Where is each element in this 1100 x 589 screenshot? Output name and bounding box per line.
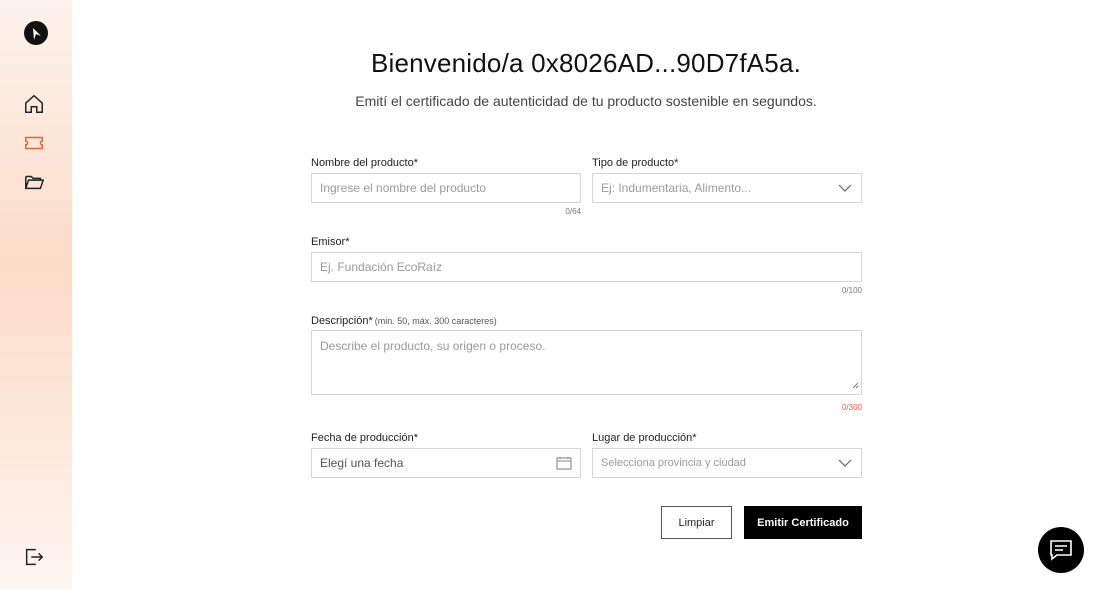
product-type-placeholder: Ej: Indumentaria, Alimento... [601,181,752,195]
description-textarea[interactable]: Describe el producto, su origen o proces… [311,330,862,395]
resize-handle-icon[interactable] [852,378,859,392]
folder-icon[interactable] [22,170,46,194]
main-content: Bienvenido/a 0x8026AD...90D7fA5a. Emití … [72,0,1100,589]
sidebar [0,0,72,589]
description-placeholder: Describe el producto, su origen o proces… [320,339,546,353]
production-place-select[interactable]: Selecciona provincia y ciudad [592,448,862,478]
production-date-input[interactable]: Elegí una fecha [311,448,581,478]
logout-icon[interactable] [22,545,46,569]
home-icon[interactable] [22,92,46,116]
product-type-select[interactable]: Ej: Indumentaria, Alimento... [592,173,862,203]
issuer-placeholder: Ej. Fundación EcoRaíz [320,260,443,274]
calendar-icon[interactable] [556,456,572,473]
production-date-placeholder: Elegí una fecha [320,456,404,470]
chevron-down-icon [837,457,853,472]
production-date-label: Fecha de producción* [311,432,419,444]
product-name-label: Nombre del producto* [311,157,419,169]
production-place-placeholder: Selecciona provincia y ciudad [601,457,746,469]
chat-icon[interactable] [1038,527,1084,573]
issuer-counter: 0/100 [841,286,862,295]
product-name-counter: 0/64 [565,207,581,216]
product-type-label: Tipo de producto* [592,157,679,169]
issuer-input[interactable]: Ej. Fundación EcoRaíz [311,252,862,282]
description-counter: 0/300 [841,403,862,412]
ticket-icon[interactable] [22,131,46,155]
page-subtitle: Emití el certificado de autenticidad de … [355,93,817,109]
description-label: Descripción* (min. 50, máx. 300 caractere… [311,315,497,327]
description-hint: (min. 50, máx. 300 caracteres) [374,316,497,326]
clear-button[interactable]: Limpiar [661,506,732,539]
product-name-input[interactable]: Ingrese el nombre del producto [311,173,581,203]
logo-icon[interactable] [24,21,48,45]
issuer-label: Emisor* [311,236,350,248]
chevron-down-icon [837,182,853,197]
page-title: Bienvenido/a 0x8026AD...90D7fA5a. [370,48,802,78]
product-name-placeholder: Ingrese el nombre del producto [320,181,487,195]
description-label-text: Descripción* [311,315,373,327]
production-place-label: Lugar de producción* [592,432,697,444]
emit-certificate-button[interactable]: Emitir Certificado [744,506,862,539]
